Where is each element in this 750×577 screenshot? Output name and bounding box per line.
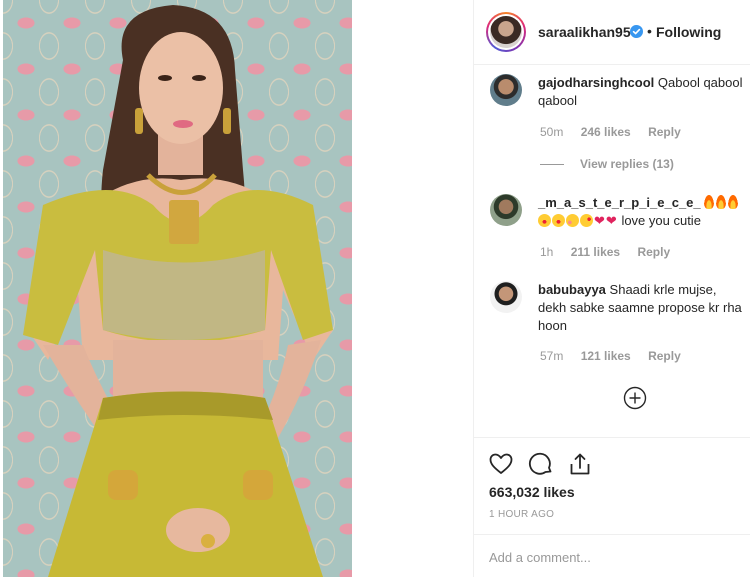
comment-username[interactable]: babubayya: [538, 282, 606, 297]
comment-likes[interactable]: 246 likes: [581, 125, 631, 139]
post-timestamp[interactable]: 1 HOUR AGO: [489, 509, 554, 520]
reply-button[interactable]: Reply: [648, 349, 681, 363]
separator-dot: •: [647, 23, 652, 39]
commenter-avatar[interactable]: [490, 74, 522, 106]
comment-meta: 57m 121 likes Reply: [540, 349, 695, 363]
plus-circle-icon[interactable]: [623, 386, 647, 410]
comment-time[interactable]: 1h: [540, 245, 553, 259]
heart-outline-icon[interactable]: [488, 451, 514, 477]
comment-likes[interactable]: 211 likes: [571, 245, 620, 259]
reply-button[interactable]: Reply: [637, 245, 670, 259]
following-button[interactable]: Following: [656, 24, 721, 40]
comment-text-block: gajodharsinghcool Qabool qabool qabool: [538, 74, 748, 112]
comment-time[interactable]: 57m: [540, 349, 563, 363]
comment-username[interactable]: _m_a_s_t_e_r_p_i_e_c_e_: [538, 195, 701, 210]
view-replies-label: View replies (13): [580, 157, 674, 171]
post-actions-section: 663,032 likes 1 HOUR AGO: [473, 437, 750, 577]
fire-emoji-icon: [716, 195, 727, 209]
fire-emoji-icon: [728, 195, 739, 209]
share-icon[interactable]: [567, 451, 593, 477]
comment-meta: 1h 211 likes Reply: [540, 245, 684, 259]
add-comment-input[interactable]: [489, 547, 729, 567]
add-comment-bar: [473, 534, 750, 577]
comment-time[interactable]: 50m: [540, 125, 563, 139]
author-username[interactable]: saraalikhan95: [538, 24, 631, 40]
kiss-emoji-icon: [580, 214, 593, 227]
heart-eyes-emoji-icon: [538, 214, 551, 227]
heart-eyes-emoji-icon: [552, 214, 565, 227]
likes-count[interactable]: 663,032 likes: [489, 484, 575, 500]
comment-text-block: _m_a_s_t_e_r_p_i_e_c_e_ ❤❤ love you cuti…: [538, 194, 748, 232]
reply-button[interactable]: Reply: [648, 125, 681, 139]
woman-in-lehenga-illustration: [23, 5, 333, 577]
heart-emoji-icon: ❤: [605, 213, 617, 228]
post-photo[interactable]: [3, 0, 352, 577]
author-avatar[interactable]: [486, 12, 526, 52]
commenter-avatar[interactable]: [490, 281, 522, 313]
comment-likes[interactable]: 121 likes: [581, 349, 631, 363]
heart-emoji-icon: ❤: [594, 213, 605, 228]
comment-icon[interactable]: [528, 451, 554, 477]
comment-username[interactable]: gajodharsinghcool: [538, 75, 654, 90]
blush-emoji-icon: [566, 214, 579, 227]
commenter-avatar[interactable]: [490, 194, 522, 226]
replies-divider-line: [540, 164, 564, 166]
comment-meta: 50m 246 likes Reply: [540, 125, 695, 139]
verified-badge-icon: [630, 25, 643, 38]
view-replies-button[interactable]: View replies (13): [540, 157, 674, 171]
comment-text-block: babubayya Shaadi krle mujse, dekh sabke …: [538, 281, 748, 337]
post-header: saraalikhan95 • Following: [474, 0, 750, 65]
fire-emoji-icon: [704, 195, 715, 209]
comment-text: love you cutie: [621, 213, 701, 228]
